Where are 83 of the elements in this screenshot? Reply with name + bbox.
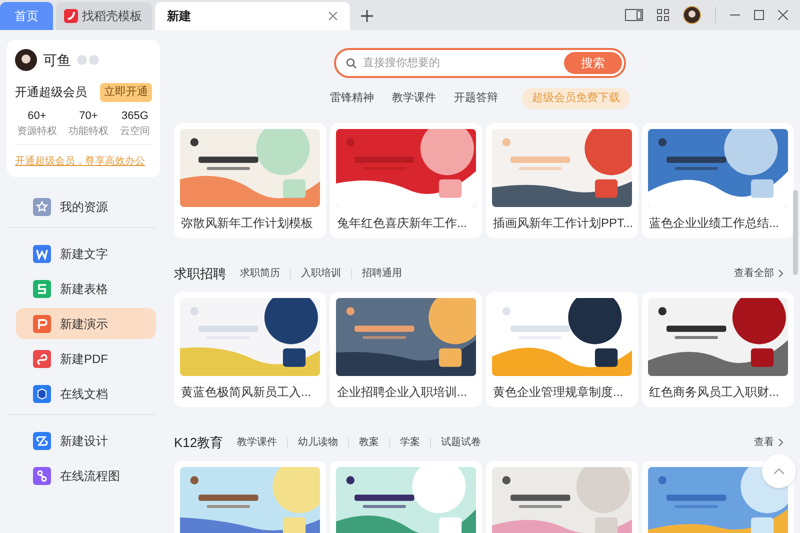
- hot-search-link[interactable]: 开题答辩: [454, 90, 498, 106]
- sidebar-label: 新建表格: [60, 280, 108, 298]
- sidebar-label: 新建设计: [60, 432, 108, 450]
- sidebar-label: 在线文档: [60, 386, 108, 402]
- sidebar-item[interactable]: 我的资源: [16, 191, 156, 222]
- hot-search-link[interactable]: 教学课件: [392, 90, 436, 106]
- stat-label: 云空间: [120, 124, 150, 139]
- tab-label: 首页: [14, 8, 38, 25]
- flow-app-icon: [33, 466, 51, 484]
- template-card[interactable]: 弥散风新年工作计划模板: [174, 122, 326, 238]
- filter-link[interactable]: 幼儿读物: [298, 435, 338, 450]
- writer-app-icon: [33, 244, 51, 262]
- sidebar-item[interactable]: 新建设计: [16, 425, 156, 456]
- sidebar-label: 新建文字: [60, 246, 108, 262]
- vip-button[interactable]: 立即开通: [100, 83, 152, 102]
- template-card[interactable]: 蓝色企业业绩工作总结...: [642, 122, 794, 238]
- sidebar-label: 在线流程图: [60, 468, 120, 484]
- sidebar-label: 新建演示: [60, 316, 108, 332]
- chevron-right-icon: [778, 438, 784, 447]
- template-card[interactable]: 企业招聘企业入职培训...: [330, 292, 482, 406]
- template-title: 兔年红色喜庆新年工作...: [337, 214, 468, 232]
- pdf-app-icon: [33, 350, 51, 368]
- grid-icon[interactable]: [657, 9, 669, 21]
- sidebar-item[interactable]: 在线文档: [16, 378, 156, 409]
- avatar-icon[interactable]: [15, 49, 37, 71]
- sidebar-item[interactable]: 新建文字: [16, 238, 156, 269]
- resource-app-icon: [33, 198, 51, 216]
- online-app-icon: [33, 384, 51, 402]
- template-title: 弥散风新年工作计划模板: [181, 214, 314, 232]
- template-card[interactable]: 红色商务风员工入职财...: [642, 292, 794, 406]
- add-tab-icon[interactable]: [361, 10, 373, 22]
- template-card[interactable]: 黄色企业管理规章制度...: [486, 292, 638, 406]
- avatar-icon[interactable]: [683, 6, 701, 24]
- vip-title: 开通超级会员: [15, 84, 87, 102]
- search-icon: [346, 58, 357, 68]
- sidebar-item[interactable]: 新建表格: [16, 273, 156, 304]
- filter-link[interactable]: 教学课件: [237, 435, 278, 450]
- view-all-link[interactable]: 查看: [754, 435, 784, 450]
- template-card[interactable]: 插画风新年工作计划PPT...: [486, 122, 638, 238]
- maximize-icon[interactable]: [754, 10, 764, 20]
- stat-value: 70+: [79, 108, 98, 124]
- template-card[interactable]: 兔年红色喜庆新年工作...: [330, 122, 482, 238]
- close-icon[interactable]: [778, 10, 788, 20]
- template-title: 黄蓝色极简风新员工入...: [181, 384, 312, 400]
- filter-link[interactable]: 求职简历: [240, 266, 280, 281]
- section-title: K12教育: [174, 434, 224, 452]
- chevron-right-icon: [778, 269, 784, 278]
- tab-label: 找稻壳模板: [82, 8, 143, 25]
- tab[interactable]: 找稻壳模板: [56, 2, 152, 30]
- template-title: 红色商务风员工入职财...: [649, 384, 780, 400]
- template-title: 蓝色企业业绩工作总结...: [649, 214, 780, 232]
- filter-link[interactable]: 学案: [400, 435, 420, 450]
- stat-value: 60+: [28, 108, 46, 124]
- stat-label: 功能特权: [68, 124, 108, 139]
- template-title: 黄色企业管理规章制度...: [493, 384, 624, 400]
- sidebar-label: 我的资源: [60, 198, 108, 216]
- template-title: 企业招聘企业入职培训...: [337, 384, 468, 400]
- sidebar-item[interactable]: 在线流程图: [16, 460, 156, 491]
- user-name: 可鱼: [43, 50, 71, 70]
- template-title: 插画风新年工作计划PPT...: [493, 214, 632, 232]
- logo-icon: [64, 9, 78, 23]
- sheet-app-icon: [33, 280, 51, 298]
- hot-search-link[interactable]: 雷锋精神: [330, 90, 374, 106]
- filter-link[interactable]: 教案: [359, 435, 380, 450]
- device-icon[interactable]: [625, 9, 643, 21]
- stat-label: 资源特权: [17, 124, 57, 139]
- design-app-icon: [33, 432, 51, 450]
- tab[interactable]: 新建: [155, 2, 350, 30]
- close-icon[interactable]: [328, 11, 338, 21]
- filter-link[interactable]: 试题试卷: [441, 435, 482, 450]
- filter-link[interactable]: 入职培训: [301, 266, 341, 281]
- scrollbar[interactable]: [793, 190, 798, 275]
- view-all-link[interactable]: 查看全部: [734, 266, 784, 281]
- sidebar-item[interactable]: 新建演示: [16, 308, 156, 339]
- template-card[interactable]: 黄蓝色极简风新员工入...: [174, 292, 326, 406]
- sidebar-label: 新建PDF: [60, 350, 108, 368]
- stat-value: 365G: [122, 108, 148, 124]
- slides-app-icon: [33, 314, 51, 332]
- filter-link[interactable]: 招聘通用: [362, 266, 402, 281]
- chevron-up-icon: [773, 468, 785, 474]
- sidebar-item[interactable]: 新建PDF: [16, 343, 156, 374]
- section-title: 求职招聘: [174, 264, 226, 283]
- tab-label: 新建: [167, 8, 192, 25]
